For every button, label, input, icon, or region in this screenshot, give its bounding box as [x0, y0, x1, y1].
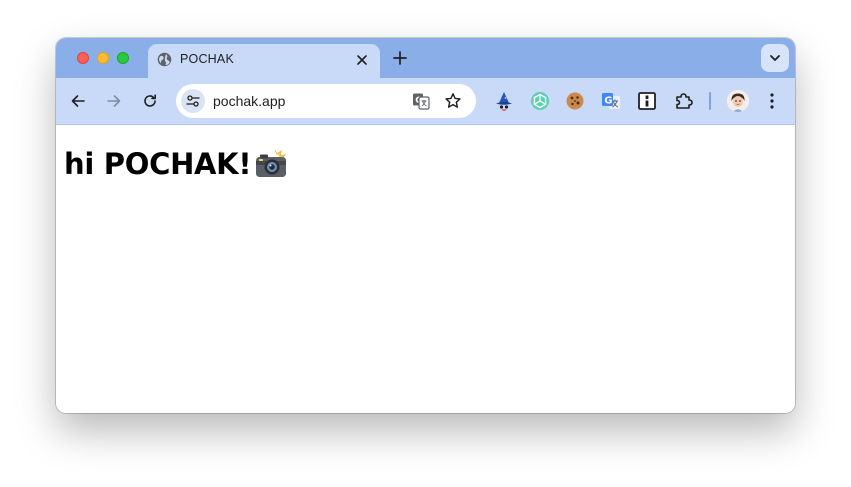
- back-button[interactable]: [68, 91, 88, 111]
- browser-toolbar: pochak.app G: [56, 78, 795, 125]
- page-content: hi POCHAK!: [56, 125, 795, 413]
- url-text[interactable]: pochak.app: [213, 93, 285, 109]
- star-icon[interactable]: [444, 92, 462, 115]
- browser-window: POCHAK pochak.app G hi POCHAK!: [56, 38, 795, 413]
- close-icon[interactable]: [352, 50, 372, 70]
- page-heading: hi POCHAK!: [64, 147, 289, 186]
- translate-icon[interactable]: G: [412, 92, 430, 115]
- svg-text:G: G: [604, 96, 612, 107]
- avatar[interactable]: [727, 90, 749, 112]
- window-close-button[interactable]: [77, 52, 89, 64]
- heading-text: hi POCHAK!: [64, 147, 252, 181]
- new-tab-button[interactable]: [390, 47, 410, 69]
- address-bar[interactable]: pochak.app G: [176, 84, 476, 118]
- arrow-left-icon: [71, 95, 85, 107]
- cookie-icon[interactable]: [564, 90, 586, 112]
- tab-title: POCHAK: [180, 52, 234, 66]
- tab-pochak[interactable]: POCHAK: [148, 44, 380, 78]
- wizard-hat-icon[interactable]: [493, 90, 515, 112]
- window-zoom-button[interactable]: [117, 52, 129, 64]
- chevron-down-icon: [770, 55, 780, 61]
- kebab-menu-icon[interactable]: [765, 91, 779, 111]
- info-box-icon[interactable]: [636, 90, 658, 112]
- tune-icon: [186, 95, 200, 107]
- puzzle-piece-icon[interactable]: [673, 90, 695, 112]
- forward-button[interactable]: [104, 91, 124, 111]
- arrow-right-icon: [107, 95, 121, 107]
- globe-icon: [157, 52, 172, 67]
- window-minimize-button[interactable]: [97, 52, 109, 64]
- site-info-button[interactable]: [181, 89, 205, 113]
- openai-knot-icon[interactable]: [529, 90, 551, 112]
- reload-icon: [144, 94, 156, 107]
- google-translate-icon[interactable]: G: [600, 90, 622, 112]
- tab-strip: POCHAK: [56, 38, 795, 78]
- tab-search-button[interactable]: [761, 44, 789, 72]
- toolbar-divider: [709, 92, 711, 110]
- reload-button[interactable]: [140, 91, 160, 111]
- camera-with-flash-icon: [255, 149, 289, 186]
